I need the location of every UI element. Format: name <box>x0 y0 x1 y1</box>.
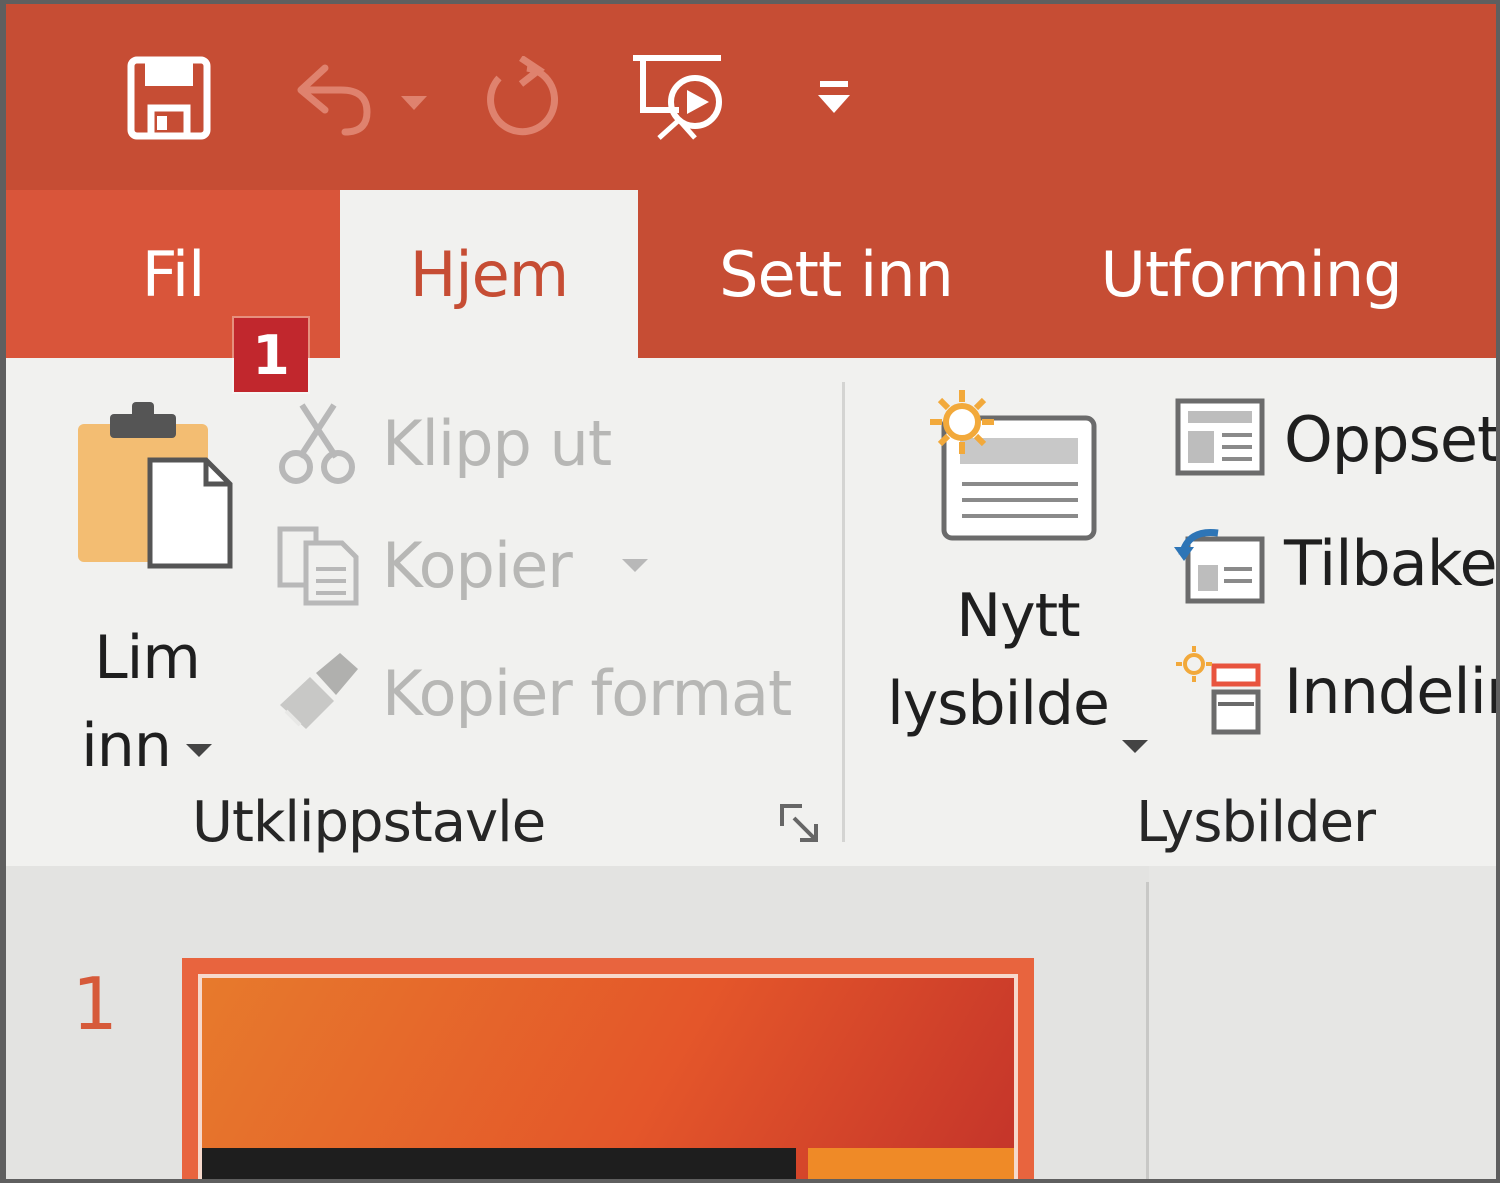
slide-number: 1 <box>72 962 118 1046</box>
tab-insert[interactable]: Sett inn <box>666 190 1006 358</box>
new-slide-icon <box>930 390 1097 541</box>
redo-button[interactable] <box>474 48 564 148</box>
tab-design[interactable]: Utforming <box>1061 190 1441 358</box>
copy-dropdown-chevron-icon <box>621 558 648 572</box>
paste-dropdown-chevron-icon <box>186 744 212 757</box>
paste-icon <box>78 402 233 569</box>
slide-editing-area[interactable] <box>1149 866 1496 1179</box>
ribbon-home: Lim inn Klipp ut Kopier Kopier format Ut… <box>6 358 1496 866</box>
scissors-icon <box>279 403 355 484</box>
tab-insert-label: Sett inn <box>719 237 954 311</box>
undo-button[interactable] <box>276 48 436 148</box>
paste-label-line2: inn <box>81 711 172 781</box>
slideshow-icon <box>633 55 722 140</box>
new-slide-label-line1: Nytt <box>956 581 1080 651</box>
new-slide-dropdown-chevron-icon <box>1122 740 1148 753</box>
ribbon-tabs: Fil Hjem Sett inn Utforming <box>6 190 1496 358</box>
slide-title-bar <box>202 1148 796 1179</box>
reset-button[interactable]: Tilbakes <box>1174 508 1496 618</box>
tab-file-label: Fil <box>141 237 206 311</box>
slide-thumbnail-content <box>198 974 1018 1179</box>
new-slide-label-line2: lysbilde <box>887 669 1110 739</box>
slide-accent-bar <box>808 1148 1014 1179</box>
new-slide-button[interactable]: Nytt lysbilde <box>878 388 1148 758</box>
cut-button[interactable]: Klipp ut <box>276 388 612 498</box>
section-button[interactable]: Inndeling <box>1174 636 1496 746</box>
dialog-launcher-icon[interactable] <box>778 802 822 846</box>
tab-home-label: Hjem <box>409 237 569 311</box>
title-bar <box>6 4 1496 190</box>
copy-button[interactable]: Kopier <box>276 510 648 620</box>
customize-toolbar-button[interactable] <box>806 48 862 148</box>
paste-button[interactable]: Lim inn <box>62 392 242 781</box>
slide-thumbnail[interactable] <box>182 958 1034 1179</box>
powerpoint-window: Fil Hjem Sett inn Utforming Lim inn Klip… <box>6 4 1496 1179</box>
format-painter-button[interactable]: Kopier format <box>276 638 792 748</box>
format-painter-label: Kopier format <box>382 656 792 730</box>
paste-label-line1: Lim <box>94 623 201 693</box>
clipboard-group-label: Utklippstavle <box>192 790 546 855</box>
save-button[interactable] <box>114 48 224 148</box>
slide-thumbnail-pane: 1 <box>6 866 1496 1179</box>
tab-home[interactable]: Hjem <box>340 190 638 358</box>
copy-label: Kopier <box>382 528 573 602</box>
section-icon <box>1176 646 1261 735</box>
paintbrush-icon <box>280 653 358 729</box>
cut-label: Klipp ut <box>382 406 612 480</box>
callout-badge: 1 <box>234 318 308 392</box>
undo-icon <box>297 64 427 136</box>
customize-toolbar-icon <box>818 81 850 113</box>
reset-label: Tilbakes <box>1284 526 1496 600</box>
layout-button[interactable]: Oppsett <box>1174 384 1496 494</box>
tab-design-label: Utforming <box>1100 237 1402 311</box>
layout-label: Oppsett <box>1284 402 1496 476</box>
save-icon <box>127 56 211 140</box>
redo-icon <box>487 56 559 136</box>
section-label: Inndeling <box>1284 654 1496 728</box>
copy-icon <box>277 526 359 606</box>
slides-group-label: Lysbilder <box>1136 790 1376 855</box>
layout-icon <box>1175 398 1265 476</box>
group-separator <box>842 382 845 842</box>
slideshow-button[interactable] <box>624 48 734 148</box>
reset-icon <box>1174 528 1265 604</box>
